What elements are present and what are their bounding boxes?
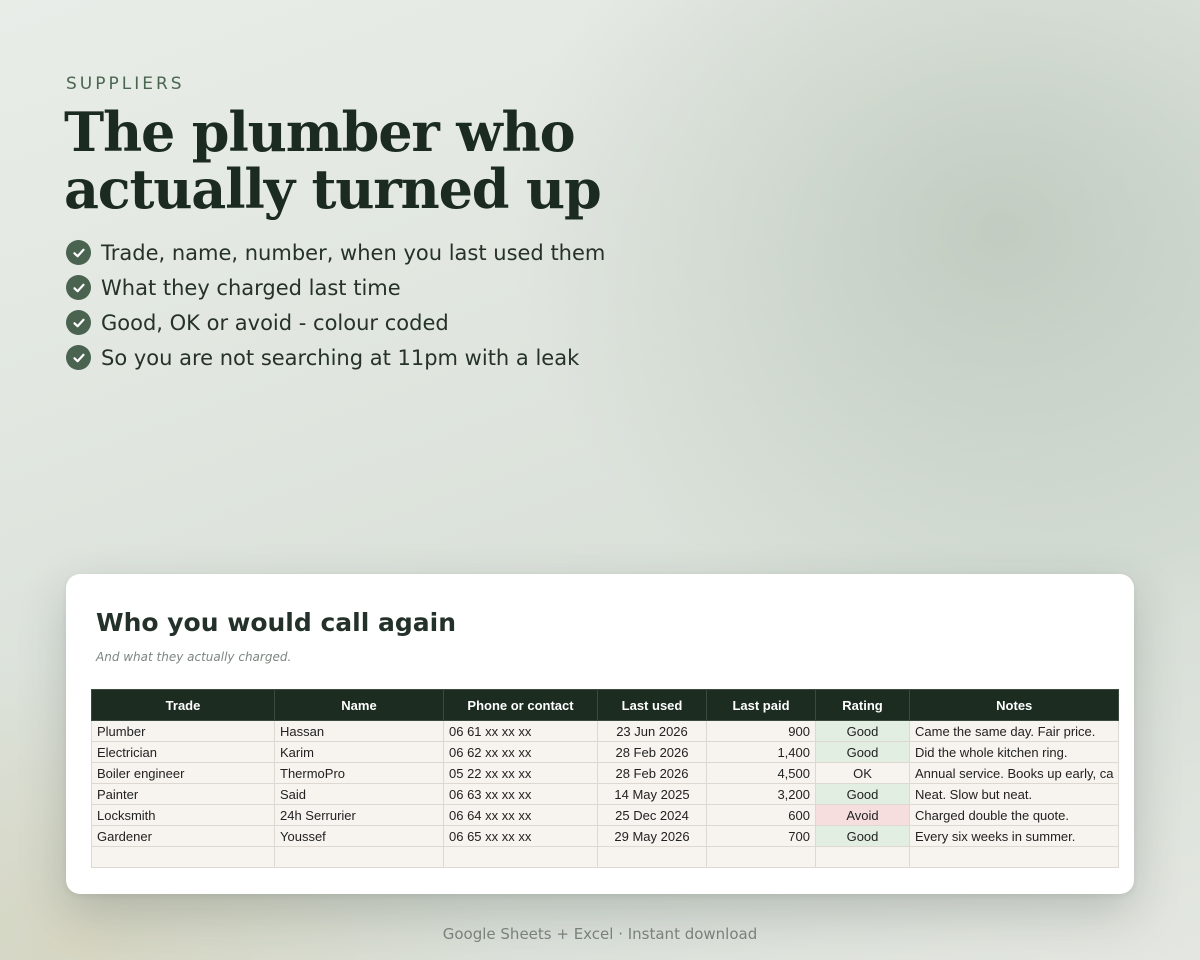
column-header-phone[interactable]: Phone or contact [443, 689, 598, 721]
feature-item: So you are not searching at 11pm with a … [66, 340, 605, 375]
cell-rating[interactable]: Good [815, 783, 910, 805]
cell-name[interactable]: Karim [274, 741, 444, 763]
cell-last-used[interactable]: 14 May 2025 [597, 783, 707, 805]
cell-rating[interactable]: Good [815, 720, 910, 742]
cell-last-paid[interactable]: 900 [706, 720, 816, 742]
page-headline: The plumber who actually turned up [64, 104, 684, 218]
table-row: Boiler engineer ThermoPro 05 22 xx xx xx 28… [91, 762, 1120, 784]
cell-notes[interactable]: Annual service. Books up early, ca [908, 762, 1120, 784]
cell-name[interactable]: Said [274, 783, 444, 805]
card-subtitle: And what they actually charged. [96, 650, 292, 664]
column-header-rating[interactable]: Rating [815, 689, 910, 721]
feature-text: Good, OK or avoid - colour coded [101, 310, 449, 335]
cell-phone[interactable]: 06 64 xx xx xx [443, 804, 598, 826]
cell-trade[interactable]: Plumber [91, 720, 275, 742]
cell-last-used[interactable]: 28 Feb 2026 [597, 762, 707, 784]
headline-line-1: The plumber who [64, 100, 576, 164]
cell-name[interactable]: Hassan [274, 720, 444, 742]
eyebrow-label: SUPPLIERS [66, 74, 185, 94]
cell-notes[interactable]: Did the whole kitchen ring. [908, 741, 1120, 763]
cell-phone[interactable]: 06 63 xx xx xx [443, 783, 598, 805]
headline-line-2: actually turned up [64, 157, 602, 221]
cell-name[interactable]: 24h Serrurier [274, 804, 444, 826]
cell-notes[interactable]: Came the same day. Fair price. [908, 720, 1120, 742]
column-header-last-used[interactable]: Last used [597, 689, 707, 721]
column-header-trade[interactable]: Trade [91, 689, 275, 721]
cell-last-paid[interactable]: 4,500 [706, 762, 816, 784]
table-row: Plumber Hassan 06 61 xx xx xx 23 Jun 2026 90… [91, 720, 1120, 742]
spreadsheet-card: Who you would call again And what they a… [66, 574, 1134, 894]
cell-trade[interactable]: Electrician [91, 741, 275, 763]
column-header-name[interactable]: Name [274, 689, 444, 721]
table-row: Locksmith 24h Serrurier 06 64 xx xx xx 25 D… [91, 804, 1120, 826]
cell-name[interactable]: ThermoPro [274, 762, 444, 784]
feature-item: What they charged last time [66, 270, 605, 305]
cell-name[interactable] [274, 846, 444, 868]
feature-text: So you are not searching at 11pm with a … [101, 345, 580, 370]
cell-rating[interactable]: Good [815, 825, 910, 847]
cell-notes[interactable]: Charged double the quote. [908, 804, 1120, 826]
cell-rating[interactable]: Avoid [815, 804, 910, 826]
table-body: Plumber Hassan 06 61 xx xx xx 23 Jun 2026 90… [91, 720, 1120, 868]
cell-last-used[interactable]: 25 Dec 2024 [597, 804, 707, 826]
table-row [91, 846, 1120, 868]
cell-last-paid[interactable]: 3,200 [706, 783, 816, 805]
cell-last-used[interactable]: 23 Jun 2026 [597, 720, 707, 742]
cell-last-paid[interactable]: 600 [706, 804, 816, 826]
cell-phone[interactable]: 05 22 xx xx xx [443, 762, 598, 784]
table-row: Gardener Youssef 06 65 xx xx xx 29 May 2026… [91, 825, 1120, 847]
feature-item: Trade, name, number, when you last used … [66, 235, 605, 270]
cell-last-paid[interactable]: 1,400 [706, 741, 816, 763]
cell-rating[interactable]: Good [815, 741, 910, 763]
cell-trade[interactable]: Painter [91, 783, 275, 805]
table-row: Electrician Karim 06 62 xx xx xx 28 Feb 202… [91, 741, 1120, 763]
cell-last-used[interactable]: 29 May 2026 [597, 825, 707, 847]
cell-last-paid[interactable]: 700 [706, 825, 816, 847]
cell-trade[interactable] [91, 846, 275, 868]
column-header-notes[interactable]: Notes [908, 689, 1120, 721]
check-circle-icon [66, 240, 91, 265]
check-circle-icon [66, 310, 91, 335]
check-circle-icon [66, 345, 91, 370]
cell-trade[interactable]: Locksmith [91, 804, 275, 826]
feature-item: Good, OK or avoid - colour coded [66, 305, 605, 340]
card-title: Who you would call again [96, 608, 456, 637]
cell-last-used[interactable]: 28 Feb 2026 [597, 741, 707, 763]
column-header-last-paid[interactable]: Last paid [706, 689, 816, 721]
cell-notes[interactable]: Every six weeks in summer. [908, 825, 1120, 847]
cell-notes[interactable]: Neat. Slow but neat. [908, 783, 1120, 805]
check-circle-icon [66, 275, 91, 300]
cell-phone[interactable] [443, 846, 598, 868]
cell-trade[interactable]: Boiler engineer [91, 762, 275, 784]
feature-text: What they charged last time [101, 275, 401, 300]
cell-rating[interactable]: OK [815, 762, 910, 784]
suppliers-table: Trade Name Phone or contact Last used La… [91, 689, 1120, 868]
table-header-row: Trade Name Phone or contact Last used La… [91, 689, 1120, 721]
footer-note: Google Sheets + Excel · Instant download [442, 925, 758, 943]
table-row: Painter Said 06 63 xx xx xx 14 May 2025 3,20… [91, 783, 1120, 805]
cell-last-paid[interactable] [706, 846, 816, 868]
cell-name[interactable]: Youssef [274, 825, 444, 847]
cell-last-used[interactable] [597, 846, 707, 868]
cell-notes[interactable] [908, 846, 1120, 868]
cell-phone[interactable]: 06 61 xx xx xx [443, 720, 598, 742]
feature-text: Trade, name, number, when you last used … [101, 240, 606, 265]
cell-phone[interactable]: 06 62 xx xx xx [443, 741, 598, 763]
cell-rating[interactable] [815, 846, 910, 868]
feature-list: Trade, name, number, when you last used … [66, 235, 605, 375]
cell-trade[interactable]: Gardener [91, 825, 275, 847]
cell-phone[interactable]: 06 65 xx xx xx [443, 825, 598, 847]
